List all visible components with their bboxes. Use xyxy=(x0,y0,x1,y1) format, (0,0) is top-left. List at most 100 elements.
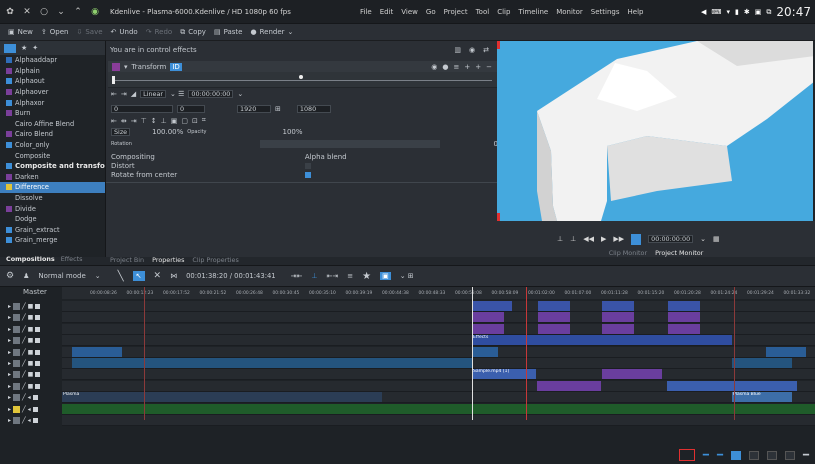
edit-mode-select[interactable]: Normal mode xyxy=(38,272,85,280)
monitor-preview[interactable] xyxy=(497,41,815,221)
split-view-icon[interactable]: ▥ xyxy=(454,46,461,54)
timeline-clip[interactable]: Effects xyxy=(472,335,732,346)
composition-item[interactable]: Darken xyxy=(0,172,105,183)
favorite-icon[interactable]: ✦ xyxy=(32,44,38,52)
reset-icon[interactable]: ⊡ xyxy=(192,117,198,125)
track-header[interactable]: ▸ ╱ ◂ xyxy=(0,404,62,415)
timeline-clip[interactable] xyxy=(538,301,570,311)
tab-effects[interactable]: Effects xyxy=(61,255,83,265)
timeline-clip[interactable] xyxy=(668,301,700,311)
gear-icon[interactable]: ⚙ xyxy=(6,271,14,281)
select-tool-icon[interactable]: ↖ xyxy=(132,271,145,281)
track-target-icon[interactable] xyxy=(13,303,21,310)
copy-button[interactable]: ⧉ Copy xyxy=(180,28,206,37)
zoom-out-icon[interactable]: ━ xyxy=(703,450,709,461)
lock-icon[interactable] xyxy=(35,338,41,344)
chevron-down-icon[interactable]: ⌄ xyxy=(237,90,243,98)
track-target-icon[interactable] xyxy=(13,325,21,333)
distort-checkbox[interactable] xyxy=(304,163,311,169)
width-field[interactable]: 1920 xyxy=(237,105,271,113)
snap-icon[interactable] xyxy=(784,450,795,460)
expand-icon[interactable]: ▸ xyxy=(8,360,11,367)
view-options-icon[interactable]: ⌄ ⊞ xyxy=(400,272,414,280)
menu-settings[interactable]: Settings xyxy=(591,8,620,16)
network-icon[interactable]: ▾ xyxy=(727,8,731,16)
menu-tool[interactable]: Tool xyxy=(476,8,490,16)
track-header[interactable]: ▸ ╱ ■ xyxy=(0,312,62,323)
track-header[interactable]: ▸ ╱ ■ xyxy=(0,335,62,346)
track-lane[interactable] xyxy=(62,415,815,426)
menu-icon[interactable]: ≡ xyxy=(454,63,460,71)
display-icon[interactable]: ▣ xyxy=(755,8,762,16)
tab-compositions[interactable]: Compositions xyxy=(6,255,55,265)
track-target-icon[interactable] xyxy=(13,337,21,345)
composition-item[interactable]: Alphaaddapr xyxy=(0,55,105,66)
expand-icon[interactable]: ▸ xyxy=(8,417,11,424)
expand-icon[interactable]: ▸ xyxy=(8,349,11,356)
open-button[interactable]: ⇪ Open xyxy=(41,28,69,36)
composition-item[interactable]: Divide xyxy=(0,203,105,214)
edit-icon[interactable]: ╱ xyxy=(22,337,26,344)
compositing-select[interactable]: Alpha blend xyxy=(305,153,347,161)
zoom-in-icon[interactable]: ━ xyxy=(803,450,809,461)
add-icon[interactable]: + xyxy=(464,63,470,71)
timeline-playhead[interactable] xyxy=(472,287,473,420)
tab-clip-monitor[interactable]: Clip Monitor xyxy=(609,249,647,259)
lock-icon[interactable] xyxy=(35,383,41,389)
overwrite-icon[interactable]: ⊥ xyxy=(311,272,317,280)
composition-item[interactable]: Color_only xyxy=(0,140,105,151)
more-icon[interactable]: + xyxy=(475,63,481,71)
undo-button[interactable]: ↶ Undo xyxy=(111,28,138,36)
menu-view[interactable]: View xyxy=(401,8,418,16)
menu-timeline[interactable]: Timeline xyxy=(518,8,548,16)
marker-icon[interactable]: ▣ xyxy=(380,272,391,280)
video-icon[interactable]: ■ xyxy=(28,303,34,310)
adjust-icon[interactable]: ⌗ xyxy=(202,116,206,125)
track-lane[interactable]: Plasma Plasma Blue xyxy=(62,392,815,404)
lock-icon[interactable] xyxy=(35,304,41,309)
volume-icon[interactable]: ◀ xyxy=(701,8,706,16)
composition-item[interactable]: Composite and transform xyxy=(0,161,105,172)
track-lane[interactable] xyxy=(62,380,815,392)
rotation-slider[interactable] xyxy=(259,140,440,148)
align-right-icon[interactable]: ⇥ xyxy=(131,117,137,125)
timeline-clip[interactable] xyxy=(538,312,570,323)
align-center-icon[interactable]: ⇹ xyxy=(121,117,127,125)
timeline-clip[interactable] xyxy=(537,380,601,391)
keyboard-icon[interactable]: ⌨ xyxy=(711,8,721,16)
star-icon[interactable]: ★ xyxy=(21,44,27,52)
audio-icon[interactable]: ◂ xyxy=(28,417,31,424)
track-lane[interactable]: Effects xyxy=(62,335,815,347)
thumbnail-icon[interactable] xyxy=(748,450,759,460)
insert-icon[interactable]: ⇥⇤ xyxy=(291,272,303,280)
video-icon[interactable]: ■ xyxy=(28,349,34,356)
extract-icon[interactable]: ≡ xyxy=(347,272,353,280)
monitor-menu-icon[interactable]: ▦ xyxy=(713,235,720,243)
lock-icon[interactable] xyxy=(35,361,41,366)
lock-ratio-icon[interactable]: ⊞ xyxy=(275,105,281,113)
track-target-icon[interactable] xyxy=(13,314,21,322)
forward-icon[interactable]: ▶▶ xyxy=(613,235,624,243)
height-field[interactable]: 1080 xyxy=(296,105,331,113)
timeline-clip[interactable] xyxy=(667,380,797,391)
keyframe-ruler[interactable] xyxy=(108,72,498,88)
lock-icon[interactable] xyxy=(35,349,41,355)
timeline-ruler[interactable]: 00:00:08:26 00:00:12:23 00:00:17:52 00:00:2… xyxy=(62,287,815,299)
track-target-icon[interactable] xyxy=(13,360,21,367)
expand-icon[interactable]: ▸ xyxy=(8,406,11,413)
timeline-clip[interactable] xyxy=(602,301,634,311)
track-lane[interactable]: Sample.mp4 [1] xyxy=(62,369,815,381)
next-keyframe-icon[interactable]: ⇥ xyxy=(121,90,127,98)
edit-icon[interactable]: ╱ xyxy=(22,303,26,310)
new-button[interactable]: ▣ New xyxy=(8,28,33,36)
timeline-clip[interactable]: Plasma xyxy=(62,392,382,403)
keyframe-timecode[interactable]: 00:00:00:00 xyxy=(188,90,234,98)
track-header[interactable]: ▸ ╱ ■ xyxy=(0,381,62,392)
track-target-icon[interactable] xyxy=(13,405,21,413)
track-target-icon[interactable] xyxy=(13,382,21,390)
track-lane[interactable] xyxy=(62,403,815,415)
timeline-clip[interactable] xyxy=(472,301,512,311)
expand-icon[interactable]: ▸ xyxy=(8,303,11,310)
chevron-down-icon[interactable]: ⌄ xyxy=(54,7,68,17)
minimize-icon[interactable]: ○ xyxy=(37,7,51,17)
